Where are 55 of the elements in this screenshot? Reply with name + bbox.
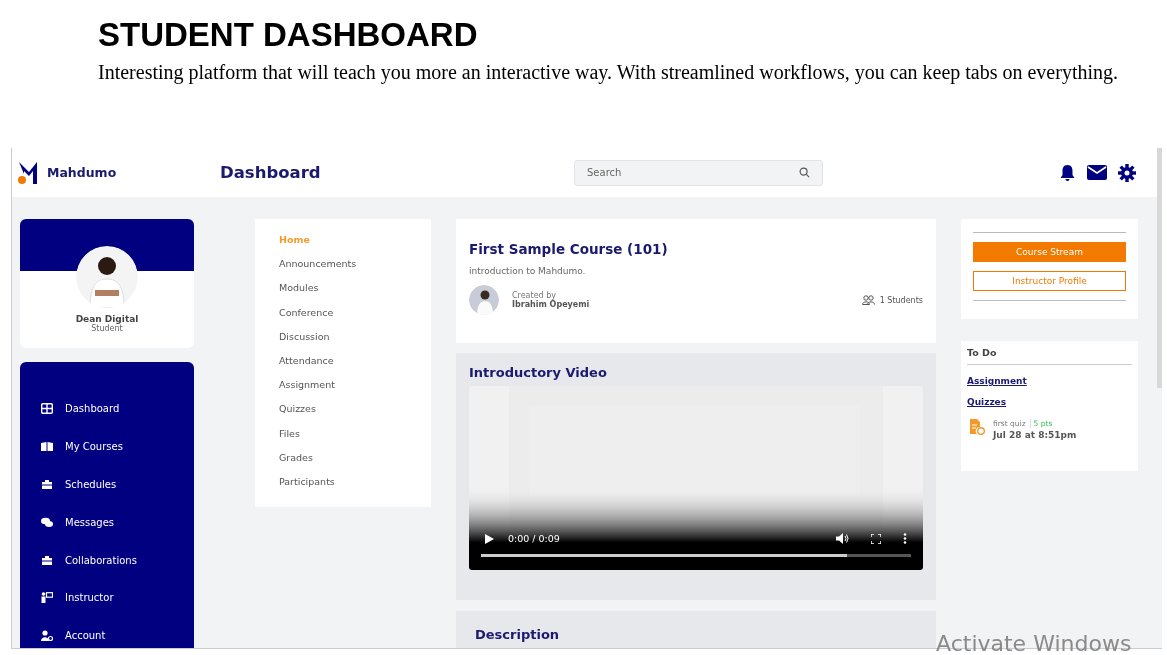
course-menu-item[interactable]: Discussion (279, 330, 431, 355)
video-title: Introductory Video (469, 365, 608, 380)
page-heading: STUDENT DASHBOARD (98, 16, 479, 54)
grid-icon (41, 403, 53, 415)
mail-icon[interactable] (1087, 165, 1107, 180)
description-title: Description (475, 627, 561, 642)
play-icon[interactable] (485, 533, 494, 544)
sidebar-item[interactable]: My Courses (20, 427, 194, 466)
bell-icon[interactable] (1059, 163, 1076, 182)
quiz-icon (970, 419, 985, 435)
brand-name: Mahdumo (47, 165, 117, 180)
intro-paragraph: Interesting platform that will teach you more an interactive way. With streamlined workflows, you can keep tabs on everything. (98, 60, 1119, 84)
video-time: 0:00 / 0:09 (508, 533, 560, 544)
scrollbar[interactable] (1157, 148, 1162, 388)
quiz-due-date: Jul 28 at 8:51pm (993, 430, 1077, 440)
course-menu-item[interactable]: Quizzes (279, 403, 431, 428)
sidebar-item[interactable]: Instructor (20, 579, 194, 617)
briefcase-icon (41, 479, 53, 490)
course-description: introduction to Mahdumo. (469, 266, 587, 276)
course-menu-item[interactable]: Attendance (279, 354, 431, 380)
sidebar-item[interactable]: Messages (20, 503, 194, 542)
page-title: Dashboard (220, 163, 322, 182)
profile-name: Dean Digital (75, 314, 139, 324)
book-icon (41, 441, 53, 453)
course-menu-item[interactable]: Conference (279, 306, 431, 331)
course-menu-item[interactable]: Announcements (279, 258, 431, 283)
todo-link[interactable]: Assignment (967, 376, 1132, 386)
settings-icon[interactable] (1118, 163, 1136, 182)
user-gear-icon (41, 630, 53, 642)
presenter-icon (41, 592, 53, 604)
created-by-label: Created by (512, 291, 556, 300)
sidebar-item[interactable]: Account (20, 616, 194, 648)
course-menu-item[interactable]: Assignment (279, 379, 431, 404)
activation-notice: Activate Windows (936, 631, 1132, 655)
users-icon (861, 295, 875, 305)
creator-name: Ibrahim Opeyemi (512, 300, 590, 309)
course-title: First Sample Course (101) (469, 241, 669, 257)
todo-title: To Do (967, 347, 1132, 365)
volume-icon[interactable] (836, 533, 849, 544)
briefcase-icon (41, 554, 53, 566)
todo-link[interactable]: Quizzes (967, 397, 1132, 407)
search-icon (799, 166, 810, 178)
chat-icon (41, 516, 53, 528)
sidebar-item[interactable]: Dashboard (20, 390, 194, 428)
search-field[interactable]: Search (574, 159, 823, 186)
fullscreen-icon[interactable] (871, 533, 881, 544)
sidebar-item[interactable]: Schedules (20, 465, 194, 504)
course-menu-item[interactable]: Modules (279, 282, 431, 307)
student-count: 1 Students (879, 295, 923, 305)
course-menu-item[interactable]: Participants (279, 475, 431, 501)
profile-role: Student (91, 324, 123, 333)
more-icon[interactable] (903, 533, 907, 544)
sidebar-item[interactable]: Collaborations (20, 541, 194, 579)
course-menu-item[interactable]: Grades (279, 451, 431, 476)
course-menu-item[interactable]: Files (279, 427, 431, 452)
